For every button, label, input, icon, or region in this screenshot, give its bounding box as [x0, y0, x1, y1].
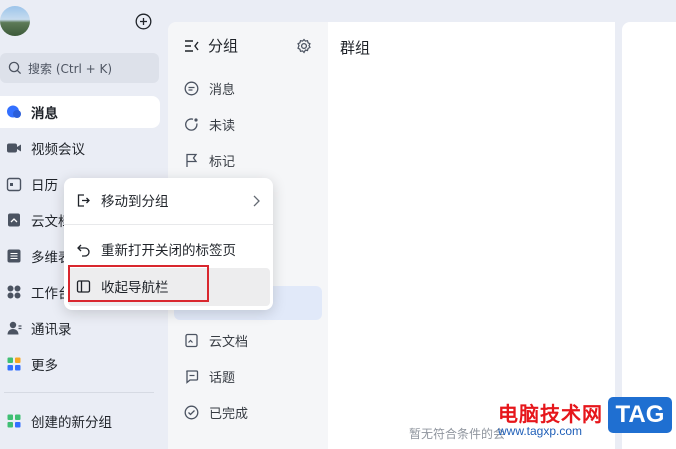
nav-item-label: 消息 — [31, 106, 58, 122]
group-item-label: 标记 — [209, 154, 236, 170]
empty-state-text: 暂无符合条件的会话 — [409, 427, 504, 441]
nav-item-label: 创建的新分组 — [31, 415, 112, 431]
menu-item-reopen-tab[interactable]: 重新打开关闭的标签页 — [76, 237, 236, 261]
watermark-url: www.tagxp.com — [498, 424, 583, 438]
workspace-icon — [6, 284, 22, 300]
gear-icon — [297, 38, 311, 54]
group-item-flagged[interactable]: 标记 — [184, 147, 235, 173]
nav-item-label: 更多 — [31, 358, 58, 374]
message-icon — [6, 104, 22, 120]
menu-divider — [64, 224, 273, 225]
chevron-right-icon — [251, 193, 261, 212]
groups-panel-header: 分组 — [184, 35, 238, 56]
watermark-logo: TAG — [608, 397, 672, 433]
search-input[interactable]: 搜索 (Ctrl + K) — [0, 53, 159, 83]
nav-item-label: 通讯录 — [31, 322, 72, 338]
group-item-label: 已完成 — [209, 406, 249, 422]
table-icon — [6, 248, 22, 264]
groups-panel-title: 分组 — [208, 37, 239, 55]
conversation-list-panel — [328, 22, 615, 449]
reopen-icon — [77, 244, 90, 257]
nav-divider — [4, 392, 154, 393]
group-item-label: 未读 — [209, 118, 236, 134]
chat-area — [622, 22, 676, 449]
nav-item-video-meeting[interactable]: 视频会议 — [0, 132, 160, 164]
group-item-label: 云文档 — [209, 334, 249, 350]
nav-item-more[interactable]: 更多 — [0, 348, 160, 380]
contacts-icon — [6, 320, 22, 336]
chat-bubble-icon — [184, 81, 199, 95]
group-item-done[interactable]: 已完成 — [184, 399, 248, 425]
more-apps-icon — [6, 356, 22, 372]
nav-item-label: 视频会议 — [31, 142, 85, 158]
group-item-messages[interactable]: 消息 — [184, 75, 235, 101]
nav-item-messages[interactable]: 消息 — [0, 96, 160, 128]
new-group-icon — [6, 413, 22, 429]
cloud-doc-icon — [6, 212, 22, 228]
group-item-docs[interactable]: 云文档 — [184, 327, 248, 353]
move-to-group-icon — [77, 193, 90, 207]
group-item-label: 话题 — [209, 370, 236, 386]
check-circle-icon — [184, 405, 199, 419]
plus-circle-icon — [135, 13, 152, 30]
nav-item-custom-group[interactable]: 创建的新分组 — [0, 405, 160, 437]
video-camera-icon — [6, 140, 22, 156]
watermark-text: 电脑技术网 — [498, 402, 603, 426]
group-item-topics[interactable]: 话题 — [184, 363, 235, 389]
user-avatar[interactable] — [0, 6, 30, 36]
group-item-label: 消息 — [209, 82, 236, 98]
groups-settings-button[interactable] — [296, 38, 312, 58]
conversation-list-title: 群组 — [340, 39, 371, 57]
flag-icon — [186, 153, 198, 167]
menu-item-move-to-group[interactable]: 移动到分组 — [76, 188, 169, 212]
group-item-unread[interactable]: 未读 — [184, 111, 235, 137]
unread-icon — [185, 117, 198, 131]
menu-item-label: 重新打开关闭的标签页 — [101, 243, 236, 259]
search-icon — [8, 61, 22, 75]
calendar-icon — [6, 176, 22, 192]
nav-item-label: 日历 — [31, 178, 58, 194]
topic-icon — [186, 369, 199, 384]
annotation-highlight-box — [68, 265, 209, 302]
collapse-panel-icon[interactable] — [184, 39, 200, 53]
document-icon — [185, 333, 198, 347]
nav-item-contacts[interactable]: 通讯录 — [0, 312, 160, 344]
add-button[interactable] — [135, 13, 152, 30]
search-placeholder: 搜索 (Ctrl + K) — [28, 61, 113, 76]
menu-item-label: 移动到分组 — [101, 194, 169, 210]
